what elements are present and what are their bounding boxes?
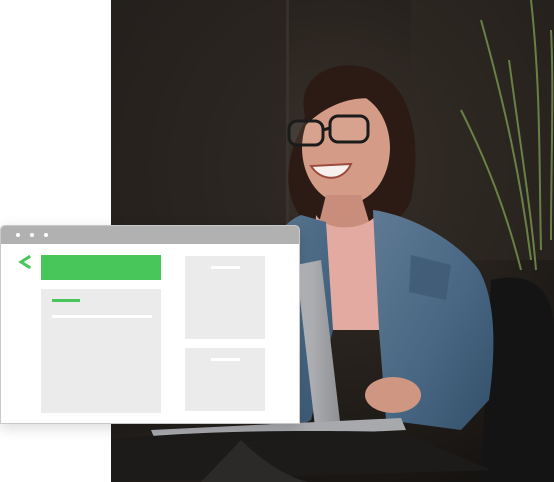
side-card-line-placeholder: [211, 266, 240, 269]
chevron-left-icon[interactable]: [17, 254, 33, 270]
window-dot-icon: [16, 233, 20, 237]
main-content-placeholder: [41, 289, 161, 413]
window-dot-icon: [30, 233, 34, 237]
text-line-placeholder: [52, 315, 152, 318]
header-placeholder-bar: [41, 255, 161, 280]
window-titlebar: [1, 226, 299, 244]
window-dot-icon: [44, 233, 48, 237]
side-card-line-placeholder: [211, 358, 240, 361]
browser-window-mockup: [0, 225, 300, 424]
accent-line-placeholder: [52, 299, 80, 302]
